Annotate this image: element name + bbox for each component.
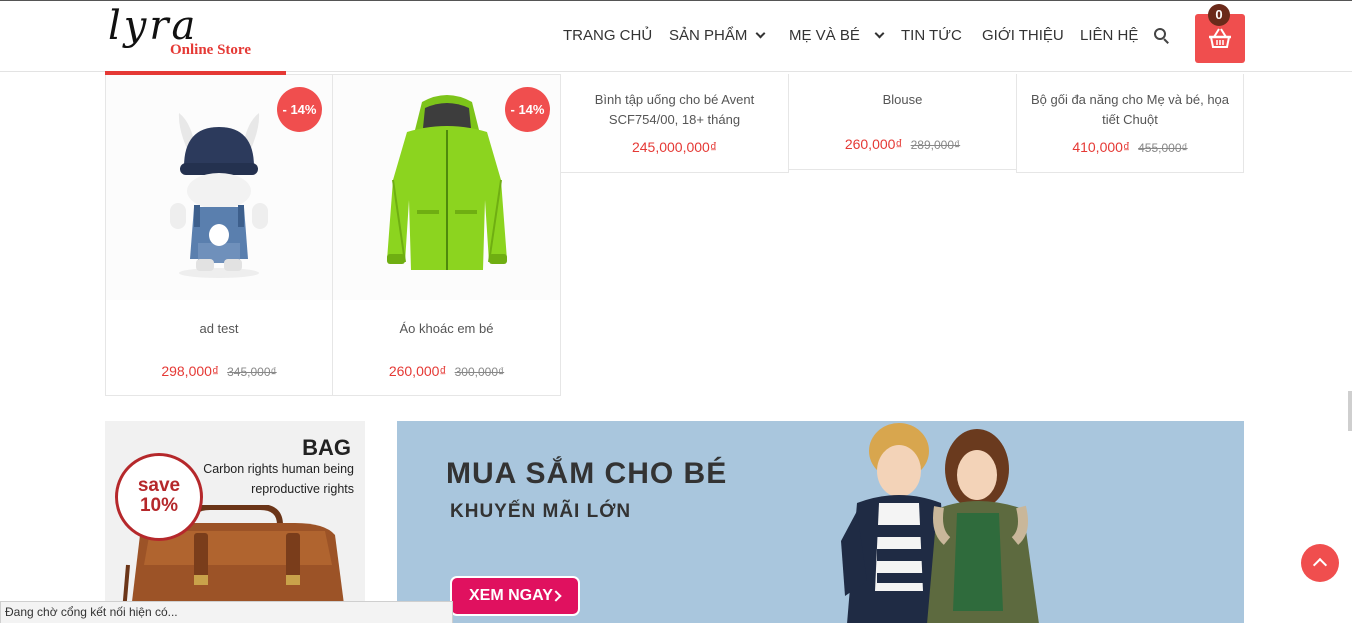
product-old-price: 289,000₫: [910, 138, 961, 152]
save-percent: 10%: [139, 495, 179, 516]
nav-about[interactable]: GIỚI THIỆU: [982, 27, 1064, 44]
nav-home-label: TRANG CHỦ: [563, 27, 653, 44]
scrollbar-thumb[interactable]: [1348, 391, 1352, 431]
product-card[interactable]: - 14% ad test 298,000₫ 345,000₫: [105, 74, 333, 396]
product-name[interactable]: Blouse: [789, 90, 1016, 110]
price-row: 260,000₫ 289,000₫: [789, 136, 1016, 152]
nav-mother-baby-label: MẸ VÀ BÉ: [789, 27, 860, 44]
nav-products[interactable]: SẢN PHẨM: [669, 27, 766, 44]
bag-promo-title: BAG: [302, 435, 351, 460]
product-old-price: 345,000₫: [227, 365, 277, 379]
product-name[interactable]: Bộ gối đa năng cho Mẹ và bé, họa tiết Ch…: [1017, 90, 1243, 130]
price-row: 410,000₫ 455,000₫: [1017, 139, 1243, 155]
product-old-price: 300,000₫: [454, 365, 505, 379]
browser-status-bar: Đang chờ cổng kết nối hiện có...: [0, 601, 453, 623]
product-card[interactable]: Bình tập uống cho bé Avent SCF754/00, 18…: [560, 74, 789, 173]
kids-promo-subtitle: KHUYẾN MÃI LỚN: [450, 501, 632, 522]
nav-contact[interactable]: LIÊN HỆ: [1080, 27, 1138, 44]
search-icon[interactable]: [1154, 28, 1170, 44]
product-name[interactable]: ad test: [106, 319, 332, 339]
chevron-down-icon: [874, 28, 885, 39]
nav-news[interactable]: TIN TỨC: [901, 27, 962, 44]
product-name[interactable]: Áo khoác em bé: [333, 319, 560, 339]
back-to-top-button[interactable]: [1301, 544, 1339, 582]
bag-promo-banner[interactable]: BAG Carbon rights human being reproducti…: [105, 421, 365, 623]
nav-home[interactable]: TRANG CHỦ: [563, 27, 652, 44]
green-jacket-icon: [386, 95, 507, 270]
shop-now-label: XEM NGAY: [469, 587, 553, 604]
active-underline: [105, 71, 286, 75]
product-old-price: 455,000₫: [1138, 141, 1188, 155]
nav-news-label: TIN TỨC: [901, 27, 962, 44]
discount-badge: - 14%: [277, 87, 322, 132]
product-price: 245,000,000₫: [631, 139, 718, 155]
page: lyra Online Store TRANG CHỦ SẢN PHẨM MẸ …: [0, 0, 1352, 623]
nav-contact-label: LIÊN HỆ: [1080, 27, 1139, 44]
save-badge: save 10%: [115, 453, 203, 541]
product-price: 298,000₫: [161, 363, 220, 379]
chevron-down-icon: [755, 28, 766, 39]
price-row: 260,000₫ 300,000₫: [333, 363, 560, 379]
nav-mother-baby[interactable]: MẸ VÀ BÉ: [789, 27, 885, 44]
logo[interactable]: lyra Online Store: [106, 3, 286, 63]
nav-products-label: SẢN PHẨM: [669, 27, 748, 44]
kids-photo-icon: [841, 423, 1039, 623]
nav-about-label: GIỚI THIỆU: [982, 27, 1064, 44]
price-row: 298,000₫ 345,000₫: [106, 363, 332, 379]
product-card[interactable]: Bộ gối đa năng cho Mẹ và bé, họa tiết Ch…: [1016, 74, 1244, 173]
product-price: 260,000₫: [844, 136, 903, 152]
product-price: 260,000₫: [388, 363, 447, 379]
product-price: 410,000₫: [1072, 139, 1131, 155]
chevron-up-icon: [1312, 557, 1328, 573]
hat-bunny-toy-icon: [170, 112, 268, 278]
price-row: 245,000,000₫: [561, 139, 788, 155]
product-name[interactable]: Bình tập uống cho bé Avent SCF754/00, 18…: [561, 90, 788, 130]
save-label: save: [137, 475, 181, 496]
product-card[interactable]: - 14% Áo khoác em bé 260,000₫ 300,000₫: [332, 74, 561, 396]
cart-count-badge: 0: [1208, 4, 1230, 26]
shop-now-button[interactable]: XEM NGAY: [450, 576, 580, 616]
logo-subtitle: Online Store: [170, 42, 251, 58]
discount-badge: - 14%: [505, 87, 550, 132]
product-card[interactable]: Blouse 260,000₫ 289,000₫: [788, 74, 1017, 170]
kids-promo-title: MUA SẮM CHO BÉ: [446, 457, 728, 490]
site-header: lyra Online Store TRANG CHỦ SẢN PHẨM MẸ …: [0, 1, 1352, 72]
kids-promo-banner[interactable]: MUA SẮM CHO BÉ KHUYẾN MÃI LỚN XEM NGAY: [397, 421, 1244, 623]
